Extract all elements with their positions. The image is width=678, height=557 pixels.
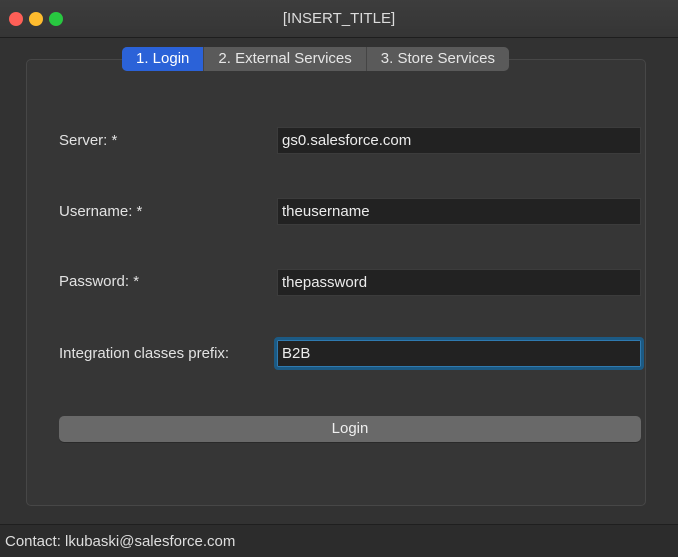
- password-field[interactable]: thepassword: [277, 269, 641, 296]
- title-bar[interactable]: [INSERT_TITLE]: [0, 0, 678, 38]
- username-label: Username: *: [59, 203, 143, 220]
- status-bar: Contact: lkubaski@salesforce.com: [0, 524, 678, 557]
- app-window: [INSERT_TITLE] 1. Login 2. External Serv…: [0, 0, 678, 557]
- username-field[interactable]: theusername: [277, 198, 641, 225]
- contact-text: Contact: lkubaski@salesforce.com: [5, 533, 236, 550]
- tab-external-services[interactable]: 2. External Services: [204, 47, 367, 71]
- password-label: Password: *: [59, 273, 140, 290]
- window-title: [INSERT_TITLE]: [282, 10, 396, 27]
- tab-login[interactable]: 1. Login: [122, 47, 205, 71]
- server-field[interactable]: gs0.salesforce.com: [277, 127, 641, 154]
- integration-prefix-field[interactable]: B2B: [274, 337, 644, 370]
- integration-prefix-label: Integration classes prefix:: [59, 345, 230, 362]
- login-button[interactable]: Login: [59, 416, 641, 442]
- tab-bar: 1. Login 2. External Services 3. Store S…: [122, 47, 509, 71]
- tab-store-services[interactable]: 3. Store Services: [367, 47, 509, 71]
- server-label: Server: *: [59, 132, 118, 149]
